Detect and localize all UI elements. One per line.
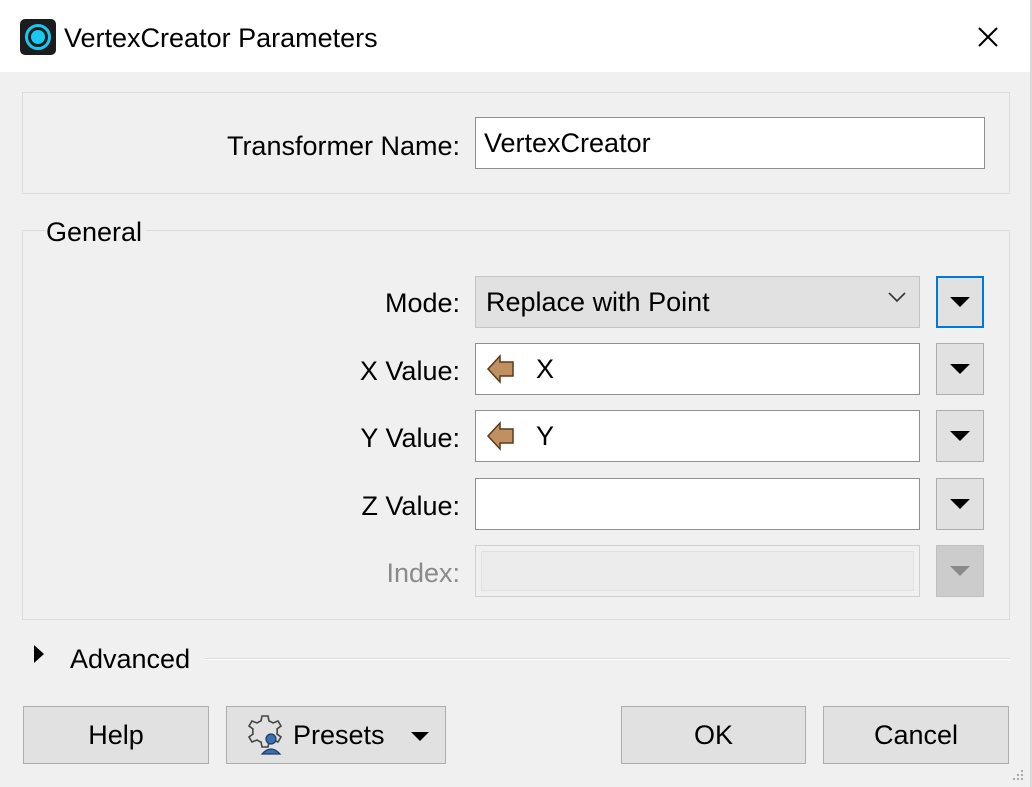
advanced-section-toggle[interactable]: Advanced [70, 641, 190, 677]
z-value-label: Z Value: [361, 491, 460, 521]
index-input [475, 545, 920, 597]
z-value-input[interactable] [475, 478, 920, 530]
triangle-down-icon [950, 297, 970, 307]
triangle-down-icon [950, 431, 970, 441]
cancel-button-label: Cancel [873, 720, 959, 750]
mode-options-button[interactable] [936, 276, 984, 328]
ok-button-label: OK [693, 720, 733, 750]
x-value-options-button[interactable] [936, 343, 984, 395]
app-icon [20, 19, 56, 55]
attribute-arrow-icon [486, 354, 514, 384]
close-button[interactable] [962, 14, 1014, 60]
x-value-input[interactable]: X [475, 343, 920, 395]
window-title: VertexCreator Parameters [64, 23, 378, 53]
presets-button[interactable]: Presets [226, 706, 446, 764]
index-options-button [936, 545, 984, 597]
x-value-label: X Value: [359, 356, 460, 386]
y-value-text: Y [536, 421, 555, 451]
presets-button-label: Presets [293, 720, 385, 750]
chevron-down-icon [888, 292, 906, 303]
parameters-dialog: VertexCreator Parameters Transformer Nam… [0, 0, 1032, 787]
triangle-right-icon[interactable] [34, 645, 44, 663]
mode-select[interactable]: Replace with Point [475, 276, 920, 328]
resize-grip-icon[interactable] [1010, 767, 1024, 781]
y-value-label: Y Value: [360, 423, 460, 453]
transformer-name-input[interactable]: VertexCreator [475, 117, 985, 169]
general-group-title: General [46, 214, 147, 250]
z-value-options-button[interactable] [936, 478, 984, 530]
triangle-down-icon [950, 566, 970, 576]
mode-value: Replace with Point [486, 287, 710, 317]
title-bar[interactable]: VertexCreator Parameters [0, 0, 1030, 72]
triangle-down-icon [411, 732, 429, 741]
index-label: Index: [386, 558, 460, 588]
help-button[interactable]: Help [23, 706, 209, 764]
triangle-down-icon [950, 364, 970, 374]
gear-user-icon [247, 715, 283, 755]
cancel-button[interactable]: Cancel [823, 706, 1009, 764]
advanced-divider [205, 658, 1010, 660]
help-button-label: Help [88, 720, 144, 750]
attribute-arrow-icon [486, 421, 514, 451]
triangle-down-icon [950, 499, 970, 509]
mode-label: Mode: [384, 288, 460, 318]
x-value-text: X [536, 354, 555, 384]
ok-button[interactable]: OK [621, 706, 806, 764]
transformer-name-value: VertexCreator [484, 128, 651, 158]
transformer-name-label: Transformer Name: [226, 131, 460, 161]
y-value-options-button[interactable] [936, 410, 984, 462]
close-icon [978, 27, 998, 47]
y-value-input[interactable]: Y [475, 410, 920, 462]
